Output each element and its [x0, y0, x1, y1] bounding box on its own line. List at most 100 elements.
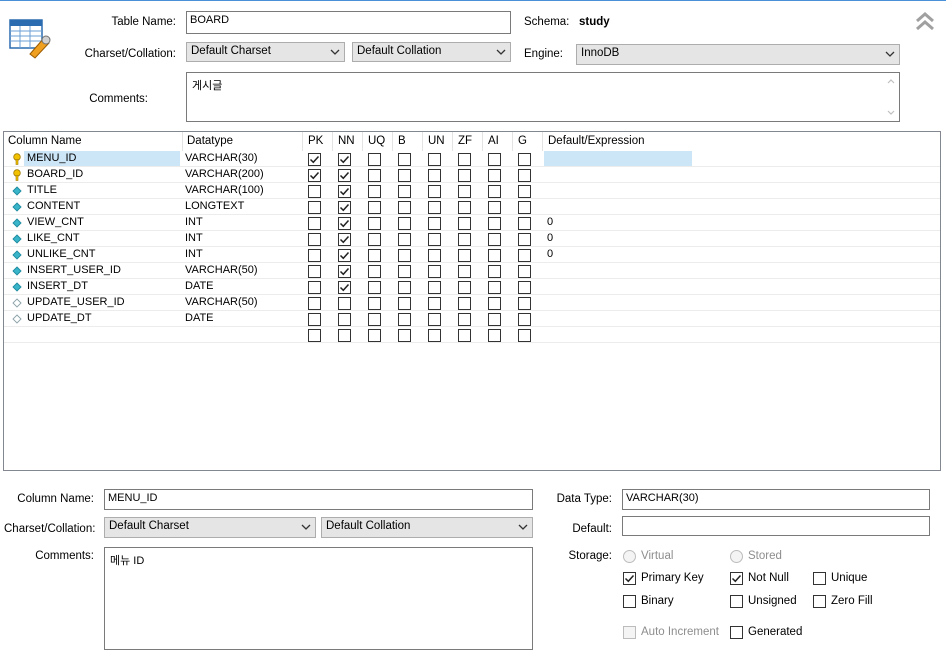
column-name-cell[interactable]: MENU_ID	[24, 151, 180, 166]
table-name-input[interactable]: BOARD	[186, 11, 511, 34]
ai-checkbox[interactable]	[488, 281, 501, 294]
datatype-cell[interactable]: VARCHAR(50)	[185, 264, 258, 276]
nn-checkbox[interactable]	[338, 169, 351, 182]
zf-checkbox[interactable]	[458, 297, 471, 310]
ai-checkbox[interactable]	[488, 217, 501, 230]
header-default-expression[interactable]: Default/Expression	[548, 135, 645, 147]
datatype-cell[interactable]: DATE	[185, 312, 214, 324]
auto-increment-checkbox[interactable]	[623, 626, 636, 639]
header-un[interactable]: UN	[428, 135, 445, 147]
g-checkbox[interactable]	[518, 217, 531, 230]
table-row[interactable]: CONTENT LONGTEXT	[4, 199, 940, 215]
g-checkbox[interactable]	[518, 281, 531, 294]
datatype-cell[interactable]: INT	[185, 248, 203, 260]
default-expression-cell[interactable]: 0	[544, 248, 553, 260]
uq-checkbox[interactable]	[368, 153, 381, 166]
b-checkbox[interactable]	[398, 265, 411, 278]
uq-checkbox[interactable]	[368, 313, 381, 326]
detail-comments-textarea[interactable]: 메뉴 ID	[104, 547, 533, 650]
table-row[interactable]: VIEW_CNT INT 0	[4, 215, 940, 231]
nn-checkbox[interactable]	[338, 217, 351, 230]
ai-checkbox[interactable]	[488, 297, 501, 310]
table-collation-select[interactable]: Default Collation	[352, 42, 511, 62]
table-row[interactable]	[4, 327, 940, 343]
header-zf[interactable]: ZF	[458, 135, 472, 147]
zf-checkbox[interactable]	[458, 249, 471, 262]
b-checkbox[interactable]	[398, 249, 411, 262]
un-checkbox[interactable]	[428, 297, 441, 310]
un-checkbox[interactable]	[428, 281, 441, 294]
zf-checkbox[interactable]	[458, 185, 471, 198]
zf-checkbox[interactable]	[458, 217, 471, 230]
un-checkbox[interactable]	[428, 249, 441, 262]
pk-checkbox[interactable]	[308, 201, 321, 214]
pk-checkbox[interactable]	[308, 217, 321, 230]
datatype-cell[interactable]: VARCHAR(50)	[185, 296, 258, 308]
table-row[interactable]: UPDATE_DT DATE	[4, 311, 940, 327]
un-checkbox[interactable]	[428, 169, 441, 182]
ai-checkbox[interactable]	[488, 329, 501, 342]
ai-checkbox[interactable]	[488, 313, 501, 326]
un-checkbox[interactable]	[428, 217, 441, 230]
zf-checkbox[interactable]	[458, 233, 471, 246]
default-expression-cell[interactable]: 0	[544, 216, 553, 228]
b-checkbox[interactable]	[398, 313, 411, 326]
zf-checkbox[interactable]	[458, 329, 471, 342]
nn-checkbox[interactable]	[338, 281, 351, 294]
column-name-cell[interactable]: INSERT_USER_ID	[24, 264, 180, 276]
default-expression-cell[interactable]	[544, 151, 692, 166]
stored-radio[interactable]	[730, 550, 743, 563]
data-type-input[interactable]: VARCHAR(30)	[622, 489, 930, 510]
b-checkbox[interactable]	[398, 281, 411, 294]
uq-checkbox[interactable]	[368, 233, 381, 246]
table-row[interactable]: INSERT_DT DATE	[4, 279, 940, 295]
g-checkbox[interactable]	[518, 201, 531, 214]
pk-checkbox[interactable]	[308, 329, 321, 342]
table-charset-select[interactable]: Default Charset	[186, 42, 345, 62]
uq-checkbox[interactable]	[368, 201, 381, 214]
column-name-cell[interactable]: CONTENT	[24, 200, 180, 212]
unique-checkbox[interactable]	[813, 572, 826, 585]
un-checkbox[interactable]	[428, 329, 441, 342]
b-checkbox[interactable]	[398, 169, 411, 182]
g-checkbox[interactable]	[518, 233, 531, 246]
zero-fill-checkbox[interactable]	[813, 595, 826, 608]
table-row[interactable]: LIKE_CNT INT 0	[4, 231, 940, 247]
nn-checkbox[interactable]	[338, 233, 351, 246]
virtual-radio[interactable]	[623, 550, 636, 563]
header-g[interactable]: G	[518, 135, 527, 147]
ai-checkbox[interactable]	[488, 153, 501, 166]
zf-checkbox[interactable]	[458, 153, 471, 166]
zf-checkbox[interactable]	[458, 281, 471, 294]
header-nn[interactable]: NN	[338, 135, 355, 147]
zf-checkbox[interactable]	[458, 201, 471, 214]
table-row[interactable]: MENU_ID VARCHAR(30)	[4, 151, 940, 167]
b-checkbox[interactable]	[398, 153, 411, 166]
pk-checkbox[interactable]	[308, 185, 321, 198]
b-checkbox[interactable]	[398, 329, 411, 342]
header-uq[interactable]: UQ	[368, 135, 385, 147]
engine-select[interactable]: InnoDB	[576, 44, 900, 65]
ai-checkbox[interactable]	[488, 169, 501, 182]
generated-checkbox[interactable]	[730, 626, 743, 639]
ai-checkbox[interactable]	[488, 185, 501, 198]
datatype-cell[interactable]: INT	[185, 232, 203, 244]
nn-checkbox[interactable]	[338, 297, 351, 310]
nn-checkbox[interactable]	[338, 153, 351, 166]
detail-column-name-input[interactable]: MENU_ID	[104, 489, 533, 510]
table-row[interactable]: BOARD_ID VARCHAR(200)	[4, 167, 940, 183]
zf-checkbox[interactable]	[458, 313, 471, 326]
uq-checkbox[interactable]	[368, 297, 381, 310]
column-name-cell[interactable]: UNLIKE_CNT	[24, 248, 180, 260]
un-checkbox[interactable]	[428, 313, 441, 326]
default-input[interactable]	[622, 516, 930, 536]
b-checkbox[interactable]	[398, 233, 411, 246]
header-column-name[interactable]: Column Name	[8, 135, 82, 147]
un-checkbox[interactable]	[428, 265, 441, 278]
ai-checkbox[interactable]	[488, 249, 501, 262]
detail-charset-select[interactable]: Default Charset	[104, 517, 316, 538]
default-expression-cell[interactable]: 0	[544, 232, 553, 244]
table-comments-textarea[interactable]: 게시글	[186, 72, 900, 122]
uq-checkbox[interactable]	[368, 329, 381, 342]
pk-checkbox[interactable]	[308, 233, 321, 246]
